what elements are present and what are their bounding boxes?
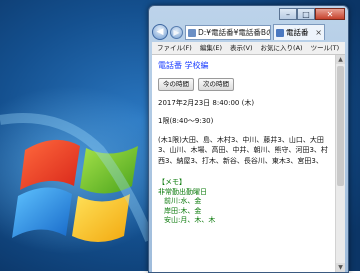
tab-page-icon <box>276 29 284 37</box>
now-time-button[interactable]: 今の時間 <box>158 77 194 91</box>
tab-label: 電話番 <box>286 28 309 37</box>
scroll-up-icon[interactable]: ▲ <box>336 55 345 64</box>
page-icon <box>188 28 196 37</box>
maximize-button[interactable]: □ <box>297 8 315 20</box>
memo-heading: 【メモ】 <box>158 178 186 186</box>
forward-button[interactable]: ▶ <box>170 25 183 39</box>
scroll-thumb[interactable] <box>337 66 344 186</box>
tab-close-icon[interactable]: × <box>315 25 322 40</box>
address-bar[interactable]: D:¥電話番¥電話番Bのためし <box>185 24 271 40</box>
address-text: D:¥電話番¥電話番Bのためし <box>198 27 270 37</box>
page-title: 電話番 学校編 <box>158 61 209 70</box>
close-button[interactable]: ✕ <box>315 8 345 20</box>
minimize-button[interactable]: – <box>279 8 297 20</box>
memo-line: 前川:水、金 <box>164 197 202 205</box>
window-controls: – □ ✕ <box>279 8 345 20</box>
menu-tools[interactable]: ツール(T) <box>311 42 340 54</box>
navigation-bar: ◀ ▶ D:¥電話番¥電話番Bのためし 電話番 × <box>152 23 345 41</box>
menu-bar: ファイル(F) 編集(E) 表示(V) お気に入り(A) ツール(T) <box>152 42 345 55</box>
current-datetime: 2017年2月23日 8:40:00 (木) <box>158 98 255 107</box>
memo-line: 安山:月、木、木 <box>164 216 216 224</box>
next-time-button[interactable]: 次の時間 <box>198 77 234 91</box>
memo-section: 【メモ】 非常勤出勤曜日 前川:水、金 岸田:木、金 安山:月、木、木 <box>158 178 333 226</box>
menu-edit[interactable]: 編集(E) <box>200 42 222 54</box>
ie-window: – □ ✕ ◀ ▶ D:¥電話番¥電話番Bのためし 電話番 × ファイル(F) … <box>148 5 349 273</box>
page-content: 電話番 学校編 今の時間 次の時間 2017年2月23日 8:40:00 (木)… <box>152 55 345 272</box>
time-buttons: 今の時間 次の時間 <box>158 77 333 91</box>
menu-view[interactable]: 表示(V) <box>230 42 253 54</box>
menu-favorites[interactable]: お気に入り(A) <box>261 42 303 54</box>
menu-file[interactable]: ファイル(F) <box>157 42 192 54</box>
vertical-scrollbar[interactable]: ▲ ▼ <box>335 55 345 272</box>
memo-line: 岸田:木、金 <box>164 206 202 215</box>
memo-subheading: 非常勤出勤曜日 <box>158 187 207 196</box>
current-period: 1限(8:40～9:30) <box>158 117 214 125</box>
staff-names: (木1限)大田、島、木村3、中川、藤井3、山口、大田3、山川、木場、高田、中井、… <box>158 135 328 165</box>
page-body: 電話番 学校編 今の時間 次の時間 2017年2月23日 8:40:00 (木)… <box>158 59 333 226</box>
tab-active[interactable]: 電話番 × <box>273 24 325 40</box>
back-button[interactable]: ◀ <box>152 24 168 40</box>
